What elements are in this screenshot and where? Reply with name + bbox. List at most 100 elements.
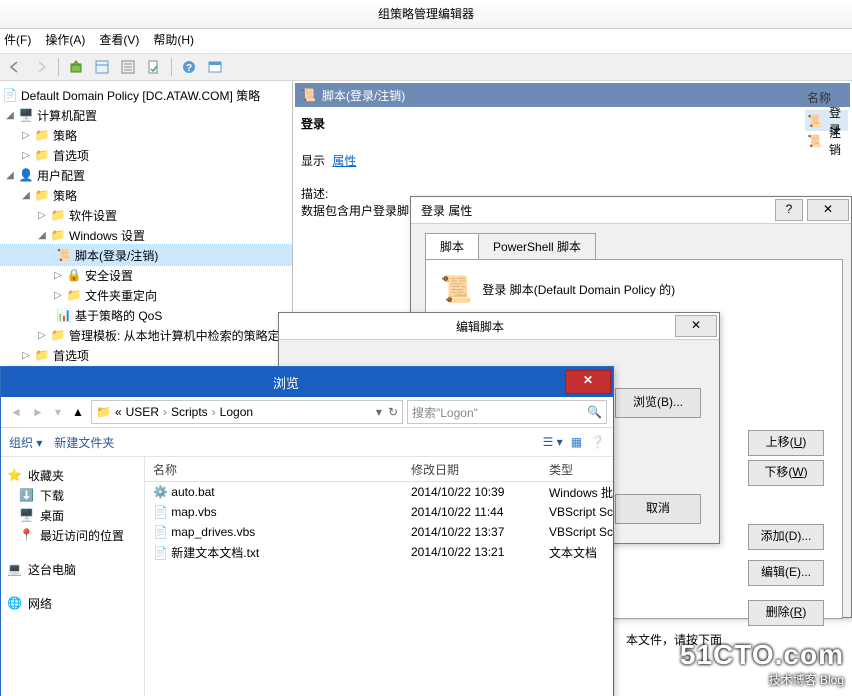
preview-icon[interactable]: ▦ (571, 435, 582, 449)
star-icon: ⭐ (7, 468, 22, 482)
file-row[interactable]: ⚙️ auto.bat2014/10/22 10:39Windows 批 (145, 482, 613, 502)
properties-box-icon[interactable] (117, 56, 139, 78)
search-icon: 🔍 (587, 405, 602, 419)
nav-network[interactable]: 🌐网络 (7, 593, 138, 613)
svg-text:?: ? (186, 63, 192, 74)
close-button[interactable]: ✕ (565, 370, 611, 394)
file-row[interactable]: 📄 map.vbs2014/10/22 11:44VBScript Sc (145, 502, 613, 522)
close-button[interactable]: ✕ (675, 315, 717, 337)
browse-button[interactable]: 浏览(B)... (615, 388, 701, 418)
policy-icon: 📄 (2, 87, 18, 103)
tab-powershell[interactable]: PowerShell 脚本 (478, 233, 596, 260)
dialog-title: 浏览 (11, 373, 561, 392)
tree-security[interactable]: ▷🔒安全设置 (0, 265, 292, 285)
organize-menu[interactable]: 组织 ▾ (9, 434, 42, 451)
tree-scripts[interactable]: 📜脚本(登录/注销) (0, 245, 292, 265)
back-icon[interactable]: ◄ (7, 405, 25, 419)
list-box-icon[interactable] (91, 56, 113, 78)
up-icon[interactable] (65, 56, 87, 78)
bat-icon: ⚙️ (153, 485, 168, 499)
nav-recent[interactable]: 📍最近访问的位置 (7, 525, 138, 545)
help-icon[interactable]: ❔ (590, 435, 605, 449)
delete-button[interactable]: 删除(R) (748, 600, 824, 626)
cancel-button[interactable]: 取消 (615, 494, 701, 524)
tree-soft-settings[interactable]: ▷📁软件设置 (0, 205, 292, 225)
tree-user-prefs[interactable]: ▷📁首选项 (0, 345, 292, 365)
search-input[interactable]: 搜索"Logon" 🔍 (407, 400, 607, 424)
menu-help[interactable]: 帮助(H) (153, 31, 194, 51)
col-type[interactable]: 类型 (541, 461, 613, 478)
browse-dialog: 浏览 ✕ ◄ ► ▾ ▲ 📁 « USER› Scripts› Logon ▾↻… (0, 366, 614, 696)
list-row-logoff[interactable]: 📜注销 (805, 131, 848, 151)
detail-show-row: 显示 属性 (301, 152, 844, 169)
menu-file[interactable]: 件(F) (4, 31, 31, 51)
close-button[interactable]: ✕ (807, 199, 849, 221)
tree-policy-qos[interactable]: 📊基于策略的 QoS (0, 305, 292, 325)
file-row[interactable]: 📄 新建文本文档.txt2014/10/22 13:21文本文档 (145, 542, 613, 562)
forward-icon[interactable] (30, 56, 52, 78)
nav-desktop[interactable]: 🖥️桌面 (7, 505, 138, 525)
refresh-icon[interactable]: ↻ (388, 405, 398, 419)
vbs-icon: 📄 (153, 525, 168, 539)
edit-button[interactable]: 编辑(E)... (748, 560, 824, 586)
folder-icon: 📁 (66, 287, 82, 303)
back-icon[interactable] (4, 56, 26, 78)
doc-check-icon[interactable] (143, 56, 165, 78)
lock-icon: 🔒 (66, 267, 82, 283)
tree-root[interactable]: 📄Default Domain Policy [DC.ATAW.COM] 策略 (0, 85, 292, 105)
properties-link[interactable]: 属性 (332, 154, 356, 168)
dialog-title: 登录 属性 (421, 202, 775, 219)
tree-user-config[interactable]: ◢👤用户配置 (0, 165, 292, 185)
window-title: 组策略管理编辑器 (0, 0, 852, 29)
nav-thispc[interactable]: 💻这台电脑 (7, 559, 138, 579)
move-down-button[interactable]: 下移(W) (748, 460, 824, 486)
menubar: 件(F) 操作(A) 查看(V) 帮助(H) (0, 29, 852, 53)
tree-computer-policies[interactable]: ▷📁策略 (0, 125, 292, 145)
folder-icon: 📁 (50, 227, 66, 243)
breadcrumb[interactable]: 📁 « USER› Scripts› Logon ▾↻ (91, 400, 403, 424)
qos-icon: 📊 (56, 307, 72, 323)
watermark: 51CTO.com 技术博客 Blog (680, 639, 844, 688)
file-list: 名称 修改日期 类型 ⚙️ auto.bat2014/10/22 10:39Wi… (145, 457, 613, 696)
script-icon: 📜 (56, 247, 72, 263)
tree-computer-config[interactable]: ◢🖥️计算机配置 (0, 105, 292, 125)
tree-admin-templates[interactable]: ▷📁管理模板: 从本地计算机中检索的策略定 (0, 325, 292, 345)
filter-icon[interactable] (204, 56, 226, 78)
script-icon: 📜 (807, 113, 822, 129)
folder-icon: 📁 (96, 405, 111, 419)
script-large-icon: 📜 (440, 274, 472, 305)
new-folder-button[interactable]: 新建文件夹 (54, 434, 114, 451)
view-icon[interactable]: ☰ ▾ (543, 435, 563, 449)
tree-computer-prefs[interactable]: ▷📁首选项 (0, 145, 292, 165)
favorites-group[interactable]: ⭐收藏夹 (7, 465, 138, 485)
computer-icon: 💻 (7, 562, 22, 576)
tab-script[interactable]: 脚本 (425, 233, 479, 260)
folder-icon: 📁 (34, 127, 50, 143)
network-icon: 🌐 (7, 596, 22, 610)
dialog-title: 编辑脚本 (289, 318, 671, 335)
help-button[interactable]: ? (775, 199, 803, 221)
tree-windows-settings[interactable]: ◢📁Windows 设置 (0, 225, 292, 245)
move-up-button[interactable]: 上移(U) (748, 430, 824, 456)
col-date[interactable]: 修改日期 (403, 461, 541, 478)
add-button[interactable]: 添加(D)... (748, 524, 824, 550)
forward-icon[interactable]: ► (29, 405, 47, 419)
file-row[interactable]: 📄 map_drives.vbs2014/10/22 13:37VBScript… (145, 522, 613, 542)
nav-downloads[interactable]: ⬇️下载 (7, 485, 138, 505)
tree-folder-redir[interactable]: ▷📁文件夹重定向 (0, 285, 292, 305)
chevron-down-icon[interactable]: ▾ (376, 405, 382, 419)
menu-view[interactable]: 查看(V) (99, 31, 139, 51)
up-icon[interactable]: ▲ (69, 405, 87, 419)
folder-icon: 📁 (34, 147, 50, 163)
chevron-down-icon[interactable]: ▾ (51, 405, 65, 419)
vbs-icon: 📄 (153, 505, 168, 519)
download-icon: ⬇️ (19, 488, 34, 502)
help-icon[interactable]: ? (178, 56, 200, 78)
folder-icon: 📁 (50, 207, 66, 223)
menu-action[interactable]: 操作(A) (45, 31, 85, 51)
folder-icon: 📁 (50, 327, 66, 343)
folder-icon: 📁 (34, 187, 50, 203)
props-caption: 登录 脚本(Default Domain Policy 的) (482, 281, 675, 298)
tree-user-policies[interactable]: ◢📁策略 (0, 185, 292, 205)
col-name[interactable]: 名称 (145, 461, 403, 478)
